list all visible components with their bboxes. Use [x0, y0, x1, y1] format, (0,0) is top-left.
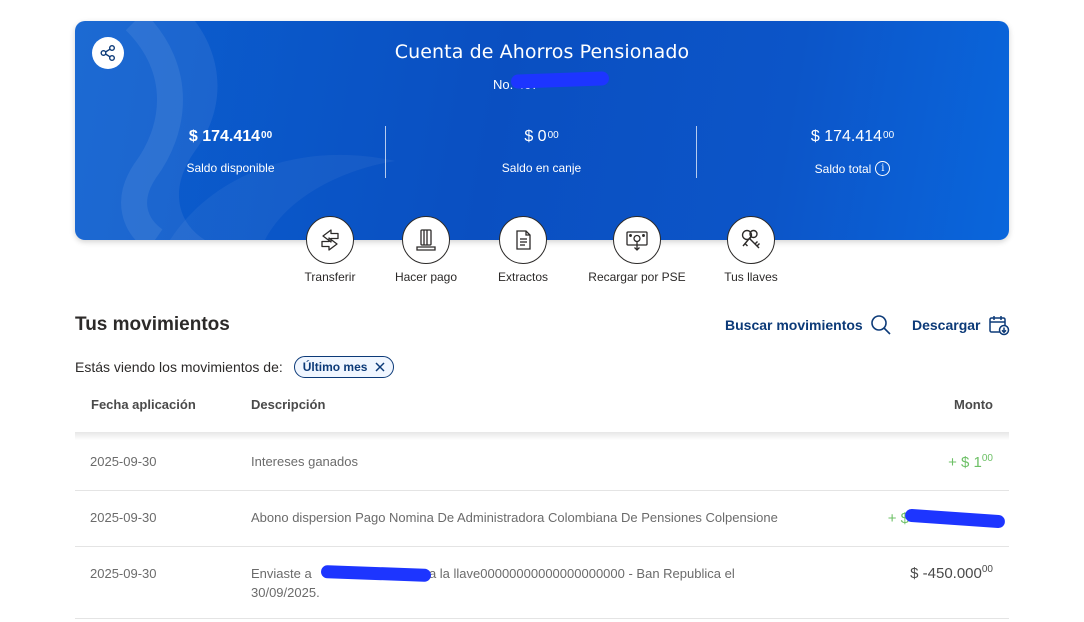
action-label: Extractos: [497, 270, 548, 284]
balance-clearing-amount: $ 000: [524, 128, 559, 145]
row-amount: + $ 100: [948, 453, 993, 471]
search-movements-button[interactable]: Buscar movimientos: [725, 314, 892, 336]
table-row[interactable]: 2025-09-30 Enviaste a a la llave00000000…: [75, 547, 1009, 619]
filter-text: Estás viendo los movimientos de:: [75, 359, 283, 375]
account-card: Cuenta de Ahorros Pensionado No. 407 $ 1…: [75, 21, 1009, 240]
action-recargar-pse[interactable]: Recargar por PSE: [577, 216, 697, 284]
column-date: Fecha aplicación: [91, 397, 196, 412]
filter-row: Estás viendo los movimientos de: Último …: [75, 356, 395, 378]
filter-chip-label: Último mes: [302, 360, 368, 374]
balance-available-label: Saldo disponible: [186, 161, 275, 175]
action-tus-llaves[interactable]: Tus llaves: [691, 216, 811, 284]
column-amount: Monto: [954, 397, 993, 412]
column-description: Descripción: [251, 397, 326, 412]
balance-clearing: $ 000 Saldo en canje: [386, 127, 697, 175]
transfer-arrows-icon: [306, 216, 354, 264]
row-date: 2025-09-30: [90, 454, 157, 469]
search-movements-label: Buscar movimientos: [725, 317, 863, 333]
row-description: Intereses ganados: [251, 454, 358, 469]
payment-card-icon: [402, 216, 450, 264]
balance-total-label: Saldo total i: [697, 161, 1008, 176]
table-row[interactable]: 2025-09-30 Abono dispersion Pago Nomina …: [75, 491, 1009, 547]
balance-clearing-label: Saldo en canje: [501, 161, 582, 175]
balance-total-amount: $ 174.41400: [810, 128, 895, 145]
info-icon[interactable]: i: [875, 161, 891, 176]
account-title: Cuenta de Ahorros Pensionado: [394, 41, 690, 63]
table-row[interactable]: 2025-09-30 Intereses ganados + $ 100: [75, 435, 1009, 491]
filter-chip-last-month[interactable]: Último mes: [293, 356, 395, 378]
balance-total: $ 174.41400 Saldo total i: [697, 127, 1008, 176]
action-extractos[interactable]: Extractos: [463, 216, 583, 284]
document-icon: [499, 216, 547, 264]
keys-icon: [727, 216, 775, 264]
table-header: Fecha aplicación Descripción Monto: [75, 380, 1009, 432]
balance-available-amount: $ 174.41400: [188, 128, 273, 145]
close-icon[interactable]: [375, 362, 385, 372]
action-label: Tus llaves: [724, 270, 778, 284]
search-icon: [870, 315, 891, 335]
amount-redaction: [904, 508, 1006, 529]
row-date: 2025-09-30: [90, 510, 157, 525]
row-description: Abono dispersion Pago Nomina De Administ…: [251, 510, 778, 525]
download-button[interactable]: Descargar: [912, 314, 1010, 336]
action-label: Recargar por PSE: [588, 270, 686, 284]
movements-title: Tus movimientos: [75, 314, 230, 335]
calendar-download-icon: [988, 316, 1009, 336]
download-label: Descargar: [912, 317, 981, 333]
pse-recharge-icon: [613, 216, 661, 264]
row-amount: $ -450.00000: [910, 564, 993, 582]
row-date: 2025-09-30: [90, 566, 157, 581]
balance-available: $ 174.41400 Saldo disponible: [75, 127, 386, 175]
